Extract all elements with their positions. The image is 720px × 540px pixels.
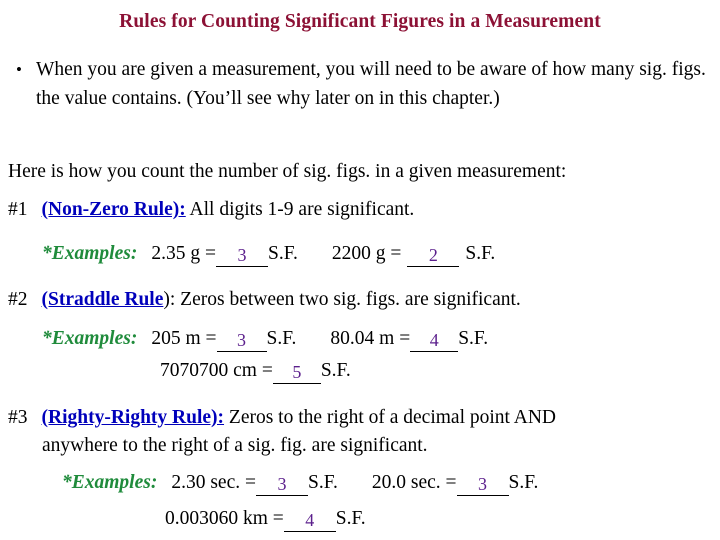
example-1-1-unit: S.F. [267, 243, 298, 264]
example-3-1-answer-blank[interactable]: 3 [256, 473, 308, 496]
example-3-1-expression: 2.30 sec. = [171, 472, 256, 493]
rule-2-name: (Straddle Rule [41, 289, 164, 310]
example-3-3-expression: 0.003060 km = [165, 508, 284, 529]
example-3-3-unit: S.F. [335, 508, 366, 529]
example-2-2-unit: S.F. [458, 328, 489, 349]
example-1-2-expression: 2200 g = [331, 243, 402, 264]
rule-1-examples-row-1: *Examples: 2.35 g = 3 S.F. 2200 g = 2 S.F. [42, 240, 495, 267]
bullet-dot-icon: • [16, 60, 22, 79]
rule-3-examples-row-1: *Examples: 2.30 sec. = 3 S.F. 20.0 sec. = 3 S.… [62, 469, 538, 496]
bullet-text: When you are given a measurement, you wi… [36, 59, 706, 109]
example-2-3-expression: 7070700 cm = [160, 360, 273, 381]
rule-1-description: All digits 1-9 are significant. [185, 199, 415, 220]
intro-bullet-block: • When you are given a measurement, you … [14, 55, 714, 113]
rule-3-description-line-2: anywhere to the right of a sig. fig. are… [42, 435, 428, 456]
rule-1-heading: #1 (Non-Zero Rule): All digits 1-9 are si… [8, 196, 414, 223]
rule-2-number: #2 [8, 289, 28, 310]
examples-label-2: *Examples: [42, 328, 138, 349]
rule-2-description: Zeros between two sig. figs. are signifi… [175, 289, 521, 310]
page-title: Rules for Counting Significant Figures i… [119, 11, 601, 32]
example-1-1-expression: 2.35 g = [151, 243, 216, 264]
rule-3-name: (Righty-Righty Rule): [41, 407, 225, 428]
examples-label-1: *Examples: [42, 243, 138, 264]
example-3-3-answer-blank[interactable]: 4 [283, 509, 336, 532]
rule-3-number: #3 [8, 407, 28, 428]
bullet-list-item: • When you are given a measurement, you … [14, 55, 714, 113]
example-1-1-answer-blank[interactable]: 3 [215, 244, 268, 267]
rule-2-name-suffix: ): [163, 289, 176, 310]
rule-3-examples-row-2: 0.003060 km = 4 S.F. [165, 505, 366, 532]
example-2-1-expression: 205 m = [151, 328, 217, 349]
example-1-2-answer-blank[interactable]: 2 [407, 244, 460, 267]
rule-1-number: #1 [8, 199, 28, 220]
rule-2-examples-row-2: 7070700 cm = 5 S.F. [160, 357, 351, 384]
rule-2-examples-row-1: *Examples: 205 m = 3 S.F. 80.04 m = 4 S.F. [42, 325, 488, 352]
rule-3-description: Zeros to the right of a decimal point AN… [224, 407, 556, 428]
example-2-2-expression: 80.04 m = [330, 328, 411, 349]
example-3-2-unit: S.F. [508, 472, 539, 493]
example-2-3-unit: S.F. [320, 360, 351, 381]
example-2-1-unit: S.F. [266, 328, 297, 349]
example-1-2-unit: S.F. [465, 243, 496, 264]
rule-2-heading: #2 (Straddle Rule): Zeros between two sig… [8, 286, 521, 313]
rule-3-heading: #3 (Righty-Righty Rule): Zeros to the rig… [8, 404, 708, 431]
rule-1-name: (Non-Zero Rule): [41, 199, 186, 220]
example-3-1-unit: S.F. [308, 472, 338, 493]
example-2-3-answer-blank[interactable]: 5 [272, 361, 321, 384]
example-3-2-expression: 20.0 sec. = [371, 472, 457, 493]
intro-sentence: Here is how you count the number of sig.… [8, 161, 567, 182]
example-3-2-answer-blank[interactable]: 3 [456, 473, 509, 496]
example-2-1-answer-blank[interactable]: 3 [216, 329, 267, 352]
examples-label-3: *Examples: [62, 472, 158, 493]
example-2-2-answer-blank[interactable]: 4 [410, 329, 459, 352]
